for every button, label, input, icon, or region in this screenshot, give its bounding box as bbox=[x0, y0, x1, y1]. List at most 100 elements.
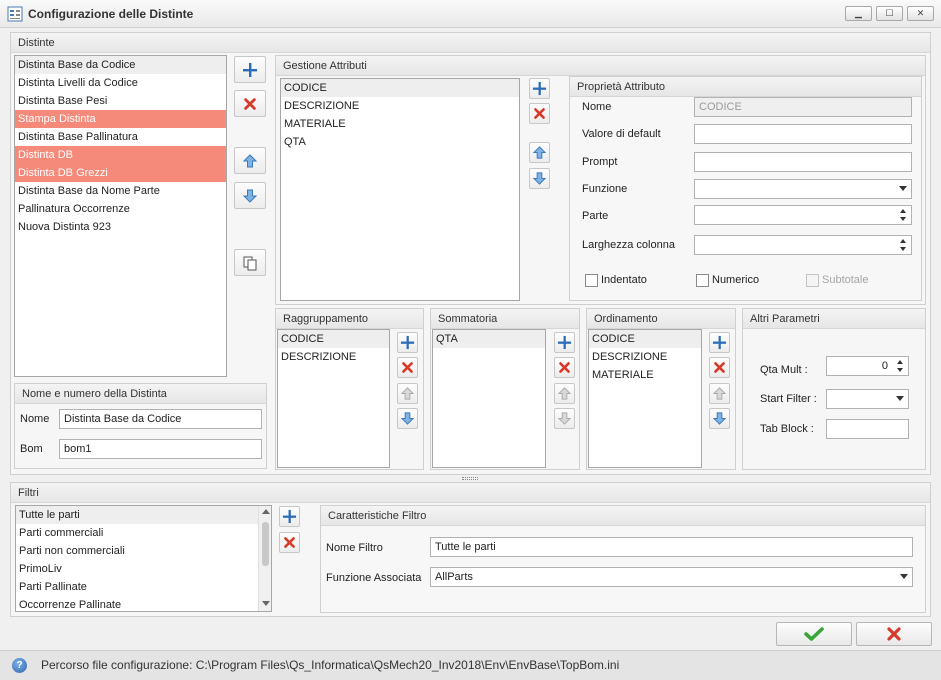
scroll-up-icon[interactable] bbox=[262, 509, 270, 514]
close-button[interactable]: ✕ bbox=[907, 6, 934, 21]
attributo-item[interactable]: QTA bbox=[281, 133, 519, 151]
add-ordinamento-button[interactable] bbox=[709, 332, 730, 353]
parte-label: Parte bbox=[582, 210, 609, 222]
tab-block-input[interactable] bbox=[826, 419, 909, 439]
nome-distinta-input[interactable]: Distinta Base da Codice bbox=[59, 409, 262, 429]
prop-nome-label: Nome bbox=[582, 101, 612, 113]
move-up-distinta-button[interactable] bbox=[234, 147, 266, 174]
sommatoria-list[interactable]: QTA bbox=[432, 329, 546, 468]
bom-input[interactable]: bom1 bbox=[59, 439, 262, 459]
ok-button[interactable] bbox=[776, 622, 852, 646]
move-up-raggruppamento-button[interactable] bbox=[397, 383, 418, 404]
move-down-attributo-button[interactable] bbox=[529, 168, 550, 189]
ordinamento-item[interactable]: CODICE bbox=[589, 330, 701, 348]
indentato-checkbox[interactable] bbox=[585, 274, 598, 287]
ordinamento-item[interactable]: MATERIALE bbox=[589, 366, 701, 384]
start-filter-label: Start Filter : bbox=[760, 393, 817, 405]
add-raggruppamento-button[interactable] bbox=[397, 332, 418, 353]
filtri-scrollbar[interactable] bbox=[258, 506, 271, 611]
filtri-list[interactable]: Tutte le parti Parti commerciali Parti n… bbox=[15, 505, 272, 612]
move-down-sommatoria-button[interactable] bbox=[554, 408, 575, 429]
parte-spinner[interactable] bbox=[694, 205, 912, 225]
larghezza-spinner[interactable] bbox=[694, 235, 912, 255]
raggruppamento-list[interactable]: CODICE DESCRIZIONE bbox=[277, 329, 390, 468]
delete-distinta-button[interactable] bbox=[234, 90, 266, 117]
funzione-select[interactable] bbox=[694, 179, 912, 199]
distinte-item[interactable]: Distinta DB Grezzi bbox=[15, 164, 226, 182]
distinte-item[interactable]: Distinta Base Pesi bbox=[15, 92, 226, 110]
filtro-item[interactable]: PrimoLiv bbox=[16, 560, 271, 578]
title-bar: Configurazione delle Distinte ▁ ☐ ✕ bbox=[0, 0, 941, 28]
add-attributo-button[interactable] bbox=[529, 78, 550, 99]
copy-distinta-button[interactable] bbox=[234, 249, 266, 276]
numerico-checkbox[interactable] bbox=[696, 274, 709, 287]
attributo-item[interactable]: DESCRIZIONE bbox=[281, 97, 519, 115]
filtro-item[interactable]: Tutte le parti bbox=[16, 506, 258, 524]
move-up-sommatoria-button[interactable] bbox=[554, 383, 575, 404]
distinte-item[interactable]: Distinta Base Pallinatura bbox=[15, 128, 226, 146]
default-input[interactable] bbox=[694, 124, 912, 144]
arrow-down-icon bbox=[400, 411, 415, 426]
start-filter-select[interactable] bbox=[826, 389, 909, 409]
distinte-item[interactable]: Stampa Distinta bbox=[15, 110, 226, 128]
filtro-item[interactable]: Parti non commerciali bbox=[16, 542, 271, 560]
ordinamento-item[interactable]: DESCRIZIONE bbox=[589, 348, 701, 366]
subtotale-label: Subtotale bbox=[822, 274, 869, 286]
chevron-down-icon bbox=[900, 574, 908, 579]
qta-mult-spinner[interactable]: 0 bbox=[826, 356, 909, 376]
distinte-item[interactable]: Distinta Base da Codice bbox=[15, 56, 226, 74]
filtro-item[interactable]: Parti Pallinate bbox=[16, 578, 271, 596]
funzione-associata-select[interactable]: AllParts bbox=[430, 567, 913, 587]
window-title: Configurazione delle Distinte bbox=[28, 7, 194, 21]
spinner-arrows-icon[interactable] bbox=[896, 359, 905, 374]
move-up-attributo-button[interactable] bbox=[529, 142, 550, 163]
filtro-item[interactable]: Occorrenze Pallinate bbox=[16, 596, 271, 611]
move-up-ordinamento-button[interactable] bbox=[709, 383, 730, 404]
nome-filtro-input[interactable]: Tutte le parti bbox=[430, 537, 913, 557]
delete-attributo-button[interactable] bbox=[529, 103, 550, 124]
sommatoria-item[interactable]: QTA bbox=[433, 330, 545, 348]
cancel-button[interactable] bbox=[856, 622, 932, 646]
raggruppamento-item[interactable]: DESCRIZIONE bbox=[278, 348, 389, 366]
delete-raggruppamento-button[interactable] bbox=[397, 357, 418, 378]
delete-ordinamento-button[interactable] bbox=[709, 357, 730, 378]
spinner-arrows-icon[interactable] bbox=[899, 208, 908, 223]
filtro-item[interactable]: Parti commerciali bbox=[16, 524, 271, 542]
funzione-label: Funzione bbox=[582, 183, 628, 195]
prompt-input[interactable] bbox=[694, 152, 912, 172]
qta-mult-label: Qta Mult : bbox=[760, 364, 808, 376]
distinte-item[interactable]: Nuova Distinta 923 bbox=[15, 218, 226, 236]
arrow-down-icon bbox=[557, 411, 572, 426]
minimize-button[interactable]: ▁ bbox=[845, 6, 872, 21]
distinte-list[interactable]: Distinta Base da Codice Distinta Livelli… bbox=[14, 55, 227, 377]
delete-sommatoria-button[interactable] bbox=[554, 357, 575, 378]
cancel-icon bbox=[886, 626, 902, 642]
subtotale-checkbox[interactable] bbox=[806, 274, 819, 287]
distinte-item[interactable]: Distinta Base da Nome Parte bbox=[15, 182, 226, 200]
attributo-item[interactable]: MATERIALE bbox=[281, 115, 519, 133]
scroll-down-icon[interactable] bbox=[262, 601, 270, 606]
distinte-item[interactable]: Pallinatura Occorrenze bbox=[15, 200, 226, 218]
add-filtro-button[interactable] bbox=[279, 506, 300, 527]
move-down-distinta-button[interactable] bbox=[234, 182, 266, 209]
raggruppamento-item[interactable]: CODICE bbox=[278, 330, 389, 348]
spinner-arrows-icon[interactable] bbox=[899, 238, 908, 253]
move-down-raggruppamento-button[interactable] bbox=[397, 408, 418, 429]
add-distinta-button[interactable] bbox=[234, 56, 266, 83]
attributi-list[interactable]: CODICE DESCRIZIONE MATERIALE QTA bbox=[280, 78, 520, 301]
prop-nome-input[interactable]: CODICE bbox=[694, 97, 912, 117]
move-down-ordinamento-button[interactable] bbox=[709, 408, 730, 429]
maximize-button[interactable]: ☐ bbox=[876, 6, 903, 21]
ordinamento-list[interactable]: CODICE DESCRIZIONE MATERIALE bbox=[588, 329, 702, 468]
distinte-item[interactable]: Distinta DB bbox=[15, 146, 226, 164]
help-icon[interactable]: ? bbox=[12, 658, 27, 673]
splitter-grip[interactable] bbox=[462, 477, 478, 480]
attributo-item[interactable]: CODICE bbox=[281, 79, 519, 97]
caratteristiche-header: Caratteristiche Filtro bbox=[321, 506, 925, 526]
scroll-thumb[interactable] bbox=[262, 522, 269, 566]
arrow-up-icon bbox=[532, 145, 547, 160]
delete-filtro-button[interactable] bbox=[279, 532, 300, 553]
add-sommatoria-button[interactable] bbox=[554, 332, 575, 353]
config-path-text: Percorso file configurazione: C:\Program… bbox=[41, 658, 620, 672]
distinte-item[interactable]: Distinta Livelli da Codice bbox=[15, 74, 226, 92]
